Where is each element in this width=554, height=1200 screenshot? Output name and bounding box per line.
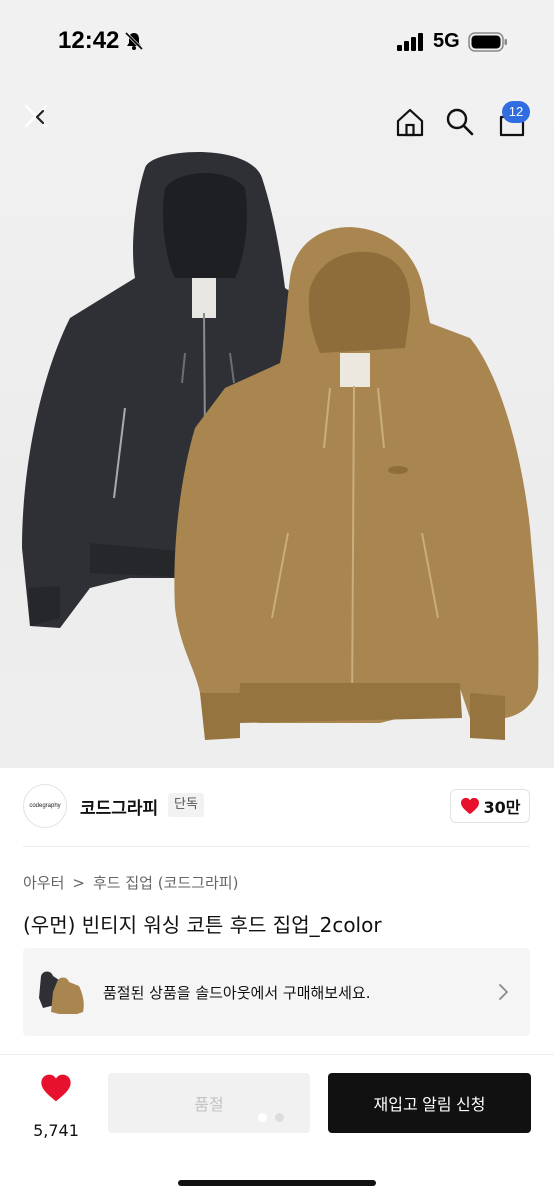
soldout-button[interactable]: 품절 bbox=[108, 1073, 310, 1133]
status-time: 12:42 bbox=[58, 27, 120, 54]
brand-row[interactable]: codegraphy 코드그라피 단독 30만 bbox=[0, 768, 554, 846]
exclusive-badge: 단독 bbox=[168, 793, 204, 817]
breadcrumb-separator: > bbox=[72, 873, 85, 892]
brand-name[interactable]: 코드그라피 bbox=[80, 794, 158, 819]
heart-icon bbox=[41, 1074, 71, 1102]
heart-icon bbox=[460, 797, 479, 815]
cart-count-badge: 12 bbox=[502, 101, 530, 123]
battery-icon bbox=[468, 32, 507, 52]
close-button[interactable] bbox=[14, 94, 58, 138]
breadcrumb-subcategory[interactable]: 후드 집업 (코드그라피) bbox=[93, 872, 238, 893]
brand-like-count: 30만 bbox=[483, 798, 521, 817]
soldout-banner[interactable]: 품절된 상품을 솔드아웃에서 구매해보세요. bbox=[23, 948, 530, 1036]
home-icon bbox=[396, 108, 424, 137]
search-button[interactable] bbox=[438, 100, 482, 144]
product-title: (우먼) 빈티지 워싱 코튼 후드 집업_2color bbox=[23, 913, 382, 937]
page-dot bbox=[275, 1113, 284, 1122]
breadcrumb-category[interactable]: 아우터 bbox=[23, 872, 64, 893]
wishlist-button[interactable]: 5,741 bbox=[24, 1069, 88, 1149]
page-indicator bbox=[258, 1113, 284, 1122]
search-icon bbox=[446, 108, 474, 136]
divider bbox=[23, 846, 530, 847]
chevron-right-icon bbox=[499, 984, 508, 1000]
close-icon bbox=[24, 104, 48, 128]
page-dot bbox=[258, 1113, 267, 1122]
signal-icon bbox=[397, 33, 423, 51]
product-hero[interactable]: 12 bbox=[0, 88, 554, 768]
brand-logo[interactable]: codegraphy bbox=[23, 784, 67, 828]
breadcrumb: 아우터 > 후드 집업 (코드그라피) bbox=[23, 872, 238, 893]
product-image bbox=[22, 151, 539, 740]
home-button[interactable] bbox=[388, 100, 432, 144]
brand-logo-text: codegraphy bbox=[29, 803, 61, 809]
restock-alert-button[interactable]: 재입고 알림 신청 bbox=[328, 1073, 531, 1133]
home-indicator[interactable] bbox=[178, 1180, 376, 1186]
wishlist-count: 5,741 bbox=[33, 1121, 79, 1140]
soldout-banner-text: 품절된 상품을 솔드아웃에서 구매해보세요. bbox=[103, 984, 371, 1002]
network-label: 5G bbox=[433, 30, 460, 52]
brand-like-button[interactable]: 30만 bbox=[450, 789, 530, 823]
bottom-action-bar: 5,741 품절 재입고 알림 신청 bbox=[0, 1055, 554, 1200]
status-bar: 12:42 5G bbox=[0, 0, 554, 88]
bell-off-icon bbox=[124, 31, 144, 51]
soldout-thumbnail bbox=[39, 971, 84, 1014]
